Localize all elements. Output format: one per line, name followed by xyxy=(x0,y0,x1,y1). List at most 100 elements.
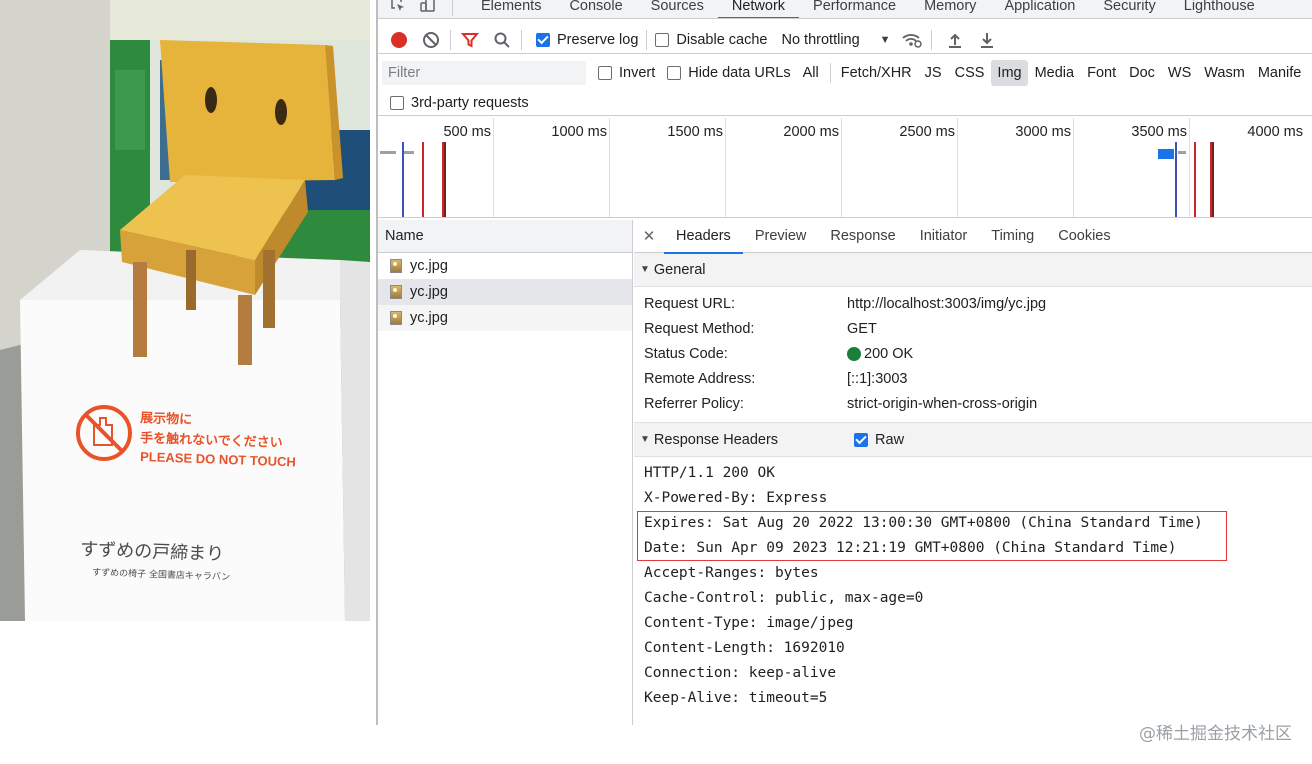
tab-network[interactable]: Network xyxy=(717,0,800,18)
export-har-icon[interactable] xyxy=(976,29,998,51)
annotation-highlight-box xyxy=(637,511,1227,561)
remote-address-key: Remote Address: xyxy=(644,370,756,387)
tab-initiator[interactable]: Initiator xyxy=(908,220,980,253)
header-line: Connection: keep-alive xyxy=(644,665,837,681)
tab-security[interactable]: Security xyxy=(1089,0,1169,18)
header-line: Cache-Control: public, max-age=0 xyxy=(644,590,924,606)
throttling-select[interactable]: No throttling xyxy=(781,32,859,48)
tick-label: 1000 ms xyxy=(551,124,607,140)
checkbox-unchecked xyxy=(598,66,612,80)
tab-response[interactable]: Response xyxy=(818,220,907,253)
tick-label: 500 ms xyxy=(443,124,491,140)
image-file-icon xyxy=(390,311,402,325)
inspect-element-icon[interactable] xyxy=(390,0,408,13)
tab-sources[interactable]: Sources xyxy=(637,0,718,18)
header-line: Accept-Ranges: bytes xyxy=(644,565,819,581)
tab-lighthouse[interactable]: Lighthouse xyxy=(1170,0,1269,18)
filter-type-all[interactable]: All xyxy=(797,60,825,86)
request-row[interactable]: yc.jpg xyxy=(378,305,632,331)
devtools-tab-bar: Elements Console Sources Network Perform… xyxy=(378,0,1312,19)
request-url-value: http://localhost:3003/img/yc.jpg xyxy=(847,295,1047,312)
clear-button[interactable] xyxy=(420,29,442,51)
request-method-value: GET xyxy=(847,320,877,337)
filter-type-font[interactable]: Font xyxy=(1081,60,1122,86)
third-party-label: 3rd-party requests xyxy=(411,94,529,111)
filter-input[interactable] xyxy=(382,61,586,85)
filter-toolbar: Invert Hide data URLs All Fetch/XHR JS C… xyxy=(378,58,1312,88)
filter-type-ws[interactable]: WS xyxy=(1162,60,1197,86)
device-toolbar-icon[interactable] xyxy=(420,0,438,13)
filter-type-media[interactable]: Media xyxy=(1029,60,1081,86)
remote-address-row: Remote Address: [::1]:3003 xyxy=(634,366,1312,391)
response-headers-section-header[interactable]: ▼ Response Headers Raw xyxy=(634,423,1312,457)
status-code-row: Status Code: 200 OK xyxy=(634,341,1312,366)
toolbar-divider xyxy=(930,29,932,50)
request-method-key: Request Method: xyxy=(644,320,755,337)
tab-timing[interactable]: Timing xyxy=(979,220,1046,253)
raw-checkbox[interactable]: Raw xyxy=(854,432,904,448)
request-row[interactable]: yc.jpg xyxy=(378,279,632,305)
status-code-value: 200 OK xyxy=(847,346,913,362)
third-party-checkbox[interactable]: 3rd-party requests xyxy=(390,95,529,111)
filter-type-css[interactable]: CSS xyxy=(949,60,991,86)
hide-data-urls-label: Hide data URLs xyxy=(688,65,791,81)
filter-type-manifest[interactable]: Manife xyxy=(1252,60,1308,86)
network-conditions-icon[interactable] xyxy=(901,29,923,51)
referrer-policy-key: Referrer Policy: xyxy=(644,395,744,412)
tab-headers[interactable]: Headers xyxy=(664,220,743,254)
import-har-icon[interactable] xyxy=(944,29,966,51)
header-line: Keep-Alive: timeout=5 xyxy=(644,690,828,706)
filter-type-fetch-xhr[interactable]: Fetch/XHR xyxy=(835,60,918,86)
network-overview-timeline[interactable]: 500 ms 1000 ms 1500 ms 2000 ms 2500 ms 3… xyxy=(378,118,1312,218)
invert-label: Invert xyxy=(619,65,656,81)
tab-preview[interactable]: Preview xyxy=(743,220,819,253)
close-icon[interactable]: ✕ xyxy=(634,227,664,245)
disable-cache-checkbox[interactable]: Disable cache xyxy=(655,32,767,48)
filter-type-js[interactable]: JS xyxy=(919,60,948,86)
preserve-log-checkbox[interactable]: Preserve log xyxy=(536,32,638,48)
tab-application[interactable]: Application xyxy=(990,0,1089,18)
status-ok-icon xyxy=(847,346,861,361)
name-column-header[interactable]: Name xyxy=(378,220,632,253)
triangle-down-icon: ▼ xyxy=(640,434,650,445)
header-line: HTTP/1.1 200 OK xyxy=(644,465,775,481)
remote-address-value: [::1]:3003 xyxy=(847,370,908,387)
checkbox-checked xyxy=(854,432,869,447)
status-code-text: 200 OK xyxy=(864,345,914,362)
search-icon[interactable] xyxy=(491,29,513,51)
tick-gridline xyxy=(1189,118,1190,217)
dom-content-loaded-marker xyxy=(1175,142,1177,217)
general-section-header[interactable]: ▼ General xyxy=(634,253,1312,287)
request-details-panel: ✕ Headers Preview Response Initiator Tim… xyxy=(634,220,1312,725)
tab-memory[interactable]: Memory xyxy=(910,0,990,18)
referrer-policy-value: strict-origin-when-cross-origin xyxy=(847,395,1038,412)
raw-label: Raw xyxy=(875,431,905,448)
tick-gridline xyxy=(957,118,958,217)
load-marker xyxy=(444,142,446,217)
filter-icon[interactable] xyxy=(459,29,481,51)
tick-label: 4000 ms xyxy=(1247,124,1303,140)
tick-gridline xyxy=(493,118,494,217)
status-code-key: Status Code: xyxy=(644,345,728,362)
record-button[interactable] xyxy=(388,29,410,51)
tab-cookies[interactable]: Cookies xyxy=(1046,220,1122,253)
preserve-log-label: Preserve log xyxy=(557,31,639,48)
tab-elements[interactable]: Elements xyxy=(467,0,555,18)
request-row[interactable]: yc.jpg xyxy=(378,253,632,279)
filter-type-img[interactable]: Img xyxy=(991,60,1028,86)
checkbox-unchecked xyxy=(655,32,670,47)
filter-type-doc[interactable]: Doc xyxy=(1123,60,1161,86)
filter-type-wasm[interactable]: Wasm xyxy=(1198,60,1251,86)
checkbox-unchecked xyxy=(390,95,404,110)
tab-performance[interactable]: Performance xyxy=(799,0,910,18)
invert-checkbox[interactable]: Invert xyxy=(598,65,655,81)
chevron-down-icon[interactable]: ▼ xyxy=(880,34,891,46)
devtools-window: Elements Console Sources Network Perform… xyxy=(376,0,1312,725)
header-line: Content-Type: image/jpeg xyxy=(644,615,854,631)
tick-label: 2000 ms xyxy=(783,124,839,140)
image-file-icon xyxy=(390,259,402,273)
tab-console[interactable]: Console xyxy=(555,0,636,18)
tick-gridline xyxy=(841,118,842,217)
tick-gridline xyxy=(609,118,610,217)
hide-data-urls-checkbox[interactable]: Hide data URLs xyxy=(667,65,791,81)
